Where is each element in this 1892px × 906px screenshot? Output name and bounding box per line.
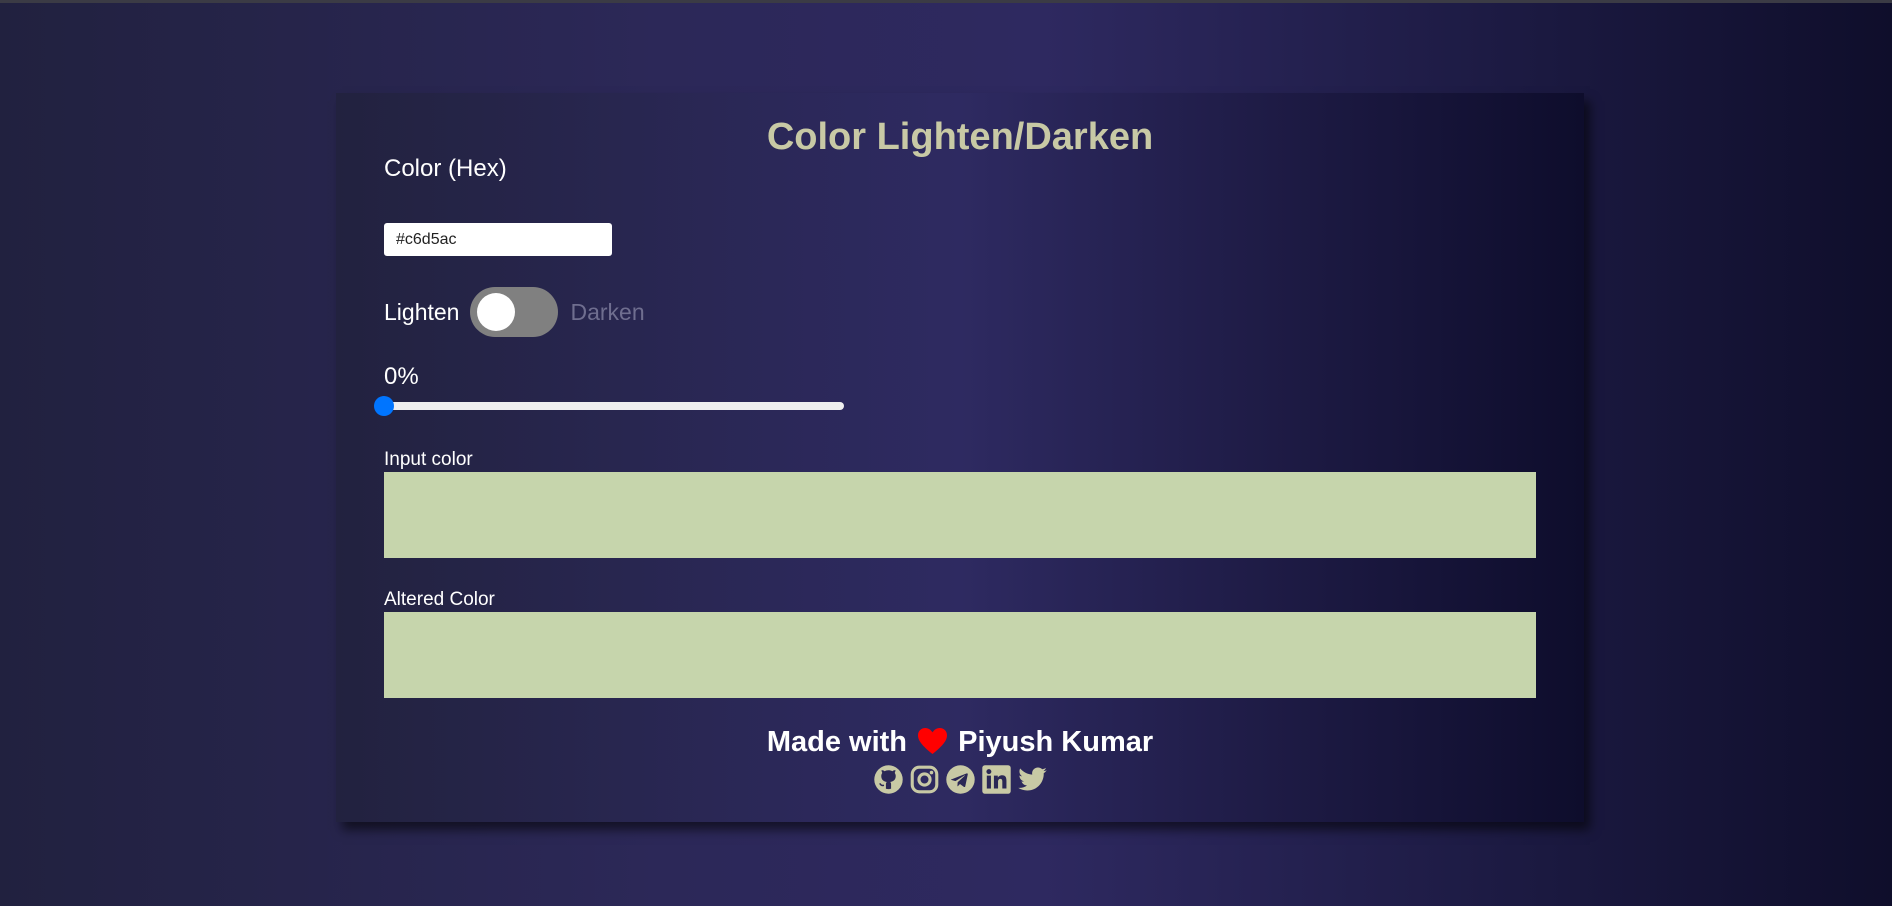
input-color-label: Input color xyxy=(384,449,473,470)
page-title: Color Lighten/Darken xyxy=(766,116,1154,158)
hex-color-input[interactable] xyxy=(384,223,612,256)
amount-slider-thumb[interactable] xyxy=(374,396,394,416)
lighten-label: Lighten xyxy=(384,298,460,325)
tool-card: Color Lighten/Darken Color (Hex) Lighten… xyxy=(336,93,1584,822)
mode-toggle-row: Lighten Darken xyxy=(384,287,645,337)
telegram-icon[interactable] xyxy=(945,764,976,795)
amount-percent-label: 0% xyxy=(384,363,419,390)
hex-color-label: Color (Hex) xyxy=(384,155,507,182)
lighten-darken-switch[interactable] xyxy=(470,287,559,337)
top-border xyxy=(0,0,1892,3)
footer-credit: Made with Piyush Kumar xyxy=(336,726,1584,763)
altered-color-swatch xyxy=(384,612,1536,698)
heart-icon xyxy=(917,727,948,763)
input-color-swatch xyxy=(384,472,1536,558)
altered-color-label: Altered Color xyxy=(384,589,495,610)
switch-knob xyxy=(477,293,516,331)
made-with-text: Made with xyxy=(766,726,908,758)
twitter-icon[interactable] xyxy=(1017,764,1048,795)
instagram-icon[interactable] xyxy=(909,764,940,795)
author-name: Piyush Kumar xyxy=(958,726,1154,758)
linkedin-icon[interactable] xyxy=(981,764,1012,795)
github-icon[interactable] xyxy=(873,764,904,795)
darken-label: Darken xyxy=(570,298,645,325)
social-links xyxy=(336,764,1584,795)
amount-slider[interactable] xyxy=(374,396,844,416)
